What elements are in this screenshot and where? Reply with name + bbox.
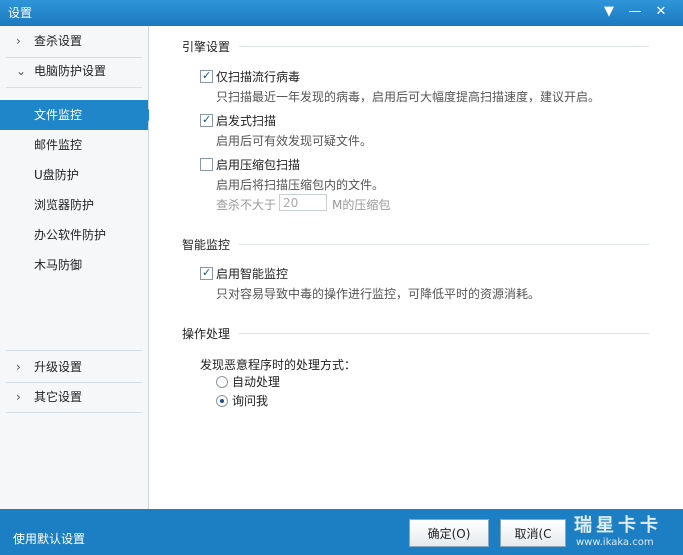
section-divider bbox=[239, 46, 649, 47]
radio-label: 自动处理 bbox=[232, 375, 281, 389]
sidebar-item-mail-monitor[interactable]: 邮件监控 bbox=[0, 130, 148, 160]
archive-size-suffix: M的压缩包 bbox=[332, 198, 391, 212]
skin-icon[interactable]: ▼ bbox=[598, 2, 620, 22]
sidebar-item-label: 办公软件防护 bbox=[34, 228, 107, 242]
section-title-smart: 智能监控 bbox=[182, 238, 231, 252]
use-default-settings-link[interactable]: 使用默认设置 bbox=[13, 530, 85, 547]
option-description: 启用后将扫描压缩包内的文件。 bbox=[216, 178, 385, 192]
sidebar-item-label: 升级设置 bbox=[34, 360, 83, 374]
sidebar-item-trojan-defense[interactable]: 木马防御 bbox=[0, 250, 148, 280]
sidebar-item-upgrade-settings[interactable]: › 升级设置 bbox=[0, 352, 148, 382]
sidebar-item-pc-protection[interactable]: ⌄ 电脑防护设置 bbox=[0, 56, 148, 86]
sidebar-item-label: 浏览器防护 bbox=[34, 198, 95, 212]
title-bar: 设置 ▼ — ✕ bbox=[0, 0, 683, 26]
action-prompt: 发现恶意程序时的处理方式： bbox=[200, 358, 357, 372]
ok-button[interactable]: 确定(O) bbox=[409, 519, 489, 547]
section-divider bbox=[239, 333, 649, 334]
radio-icon bbox=[216, 376, 228, 388]
chevron-right-icon: › bbox=[16, 34, 21, 48]
section-title-engine: 引擎设置 bbox=[182, 40, 231, 54]
checkbox-icon bbox=[200, 158, 213, 171]
radio-label: 询问我 bbox=[232, 394, 269, 408]
checkbox-label: 仅扫描流行病毒 bbox=[216, 70, 301, 84]
sidebar-item-label: 其它设置 bbox=[34, 390, 83, 404]
sidebar-item-other-settings[interactable]: › 其它设置 bbox=[0, 382, 148, 412]
watermark-url: www.ikaka.com bbox=[576, 537, 654, 548]
checkbox-label: 启用智能监控 bbox=[216, 267, 289, 281]
minimize-icon[interactable]: — bbox=[624, 2, 646, 22]
sidebar-item-label: 邮件监控 bbox=[34, 138, 83, 152]
option-description: 启用后可有效发现可疑文件。 bbox=[216, 134, 373, 148]
sidebar-item-label: U盘防护 bbox=[34, 168, 79, 182]
checkbox-icon bbox=[200, 112, 213, 128]
divider bbox=[6, 350, 142, 351]
sidebar-item-usb-protection[interactable]: U盘防护 bbox=[0, 160, 148, 190]
sidebar-item-office-protection[interactable]: 办公软件防护 bbox=[0, 220, 148, 250]
checkbox-icon bbox=[200, 68, 213, 84]
checkbox-icon bbox=[200, 265, 213, 281]
sidebar-item-label: 木马防御 bbox=[34, 258, 83, 272]
close-icon[interactable]: ✕ bbox=[650, 2, 672, 22]
chevron-down-icon: ⌄ bbox=[16, 64, 27, 78]
divider bbox=[6, 412, 142, 413]
chevron-right-icon: › bbox=[16, 360, 21, 374]
sidebar-item-label: 查杀设置 bbox=[34, 34, 83, 48]
watermark-text: 瑞星卡卡 bbox=[574, 515, 662, 536]
window-title: 设置 bbox=[8, 6, 33, 20]
option-description: 只扫描最近一年发现的病毒，启用后可大幅度提高扫描速度，建议开启。 bbox=[216, 90, 601, 104]
section-title-action: 操作处理 bbox=[182, 327, 231, 341]
archive-size-prefix: 查杀不大于 bbox=[216, 198, 277, 212]
sidebar-item-label: 文件监控 bbox=[34, 108, 83, 122]
settings-panel: 引擎设置 仅扫描流行病毒 只扫描最近一年发现的病毒，启用后可大幅度提高扫描速度，… bbox=[149, 26, 683, 509]
section-divider bbox=[239, 244, 649, 245]
chevron-right-icon: › bbox=[16, 390, 21, 404]
option-description: 只对容易导致中毒的操作进行监控，可降低平时的资源消耗。 bbox=[216, 287, 541, 301]
radio-icon bbox=[216, 395, 228, 407]
watermark-logo: 瑞星卡卡 www.ikaka.com bbox=[566, 509, 683, 555]
divider bbox=[6, 87, 142, 88]
checkbox-label: 启发式扫描 bbox=[216, 114, 277, 128]
sidebar: › 查杀设置 ⌄ 电脑防护设置 文件监控 邮件监控 U盘防护 浏览器防护 办公软… bbox=[0, 26, 156, 509]
cancel-button[interactable]: 取消(C bbox=[500, 519, 566, 547]
sidebar-item-browser-protection[interactable]: 浏览器防护 bbox=[0, 190, 148, 220]
archive-size-input[interactable]: 20 bbox=[279, 194, 327, 211]
sidebar-item-scan-settings[interactable]: › 查杀设置 bbox=[0, 26, 148, 56]
checkbox-label: 启用压缩包扫描 bbox=[216, 158, 301, 172]
sidebar-item-label: 电脑防护设置 bbox=[34, 64, 107, 78]
sidebar-item-file-monitor[interactable]: 文件监控 bbox=[0, 100, 156, 130]
